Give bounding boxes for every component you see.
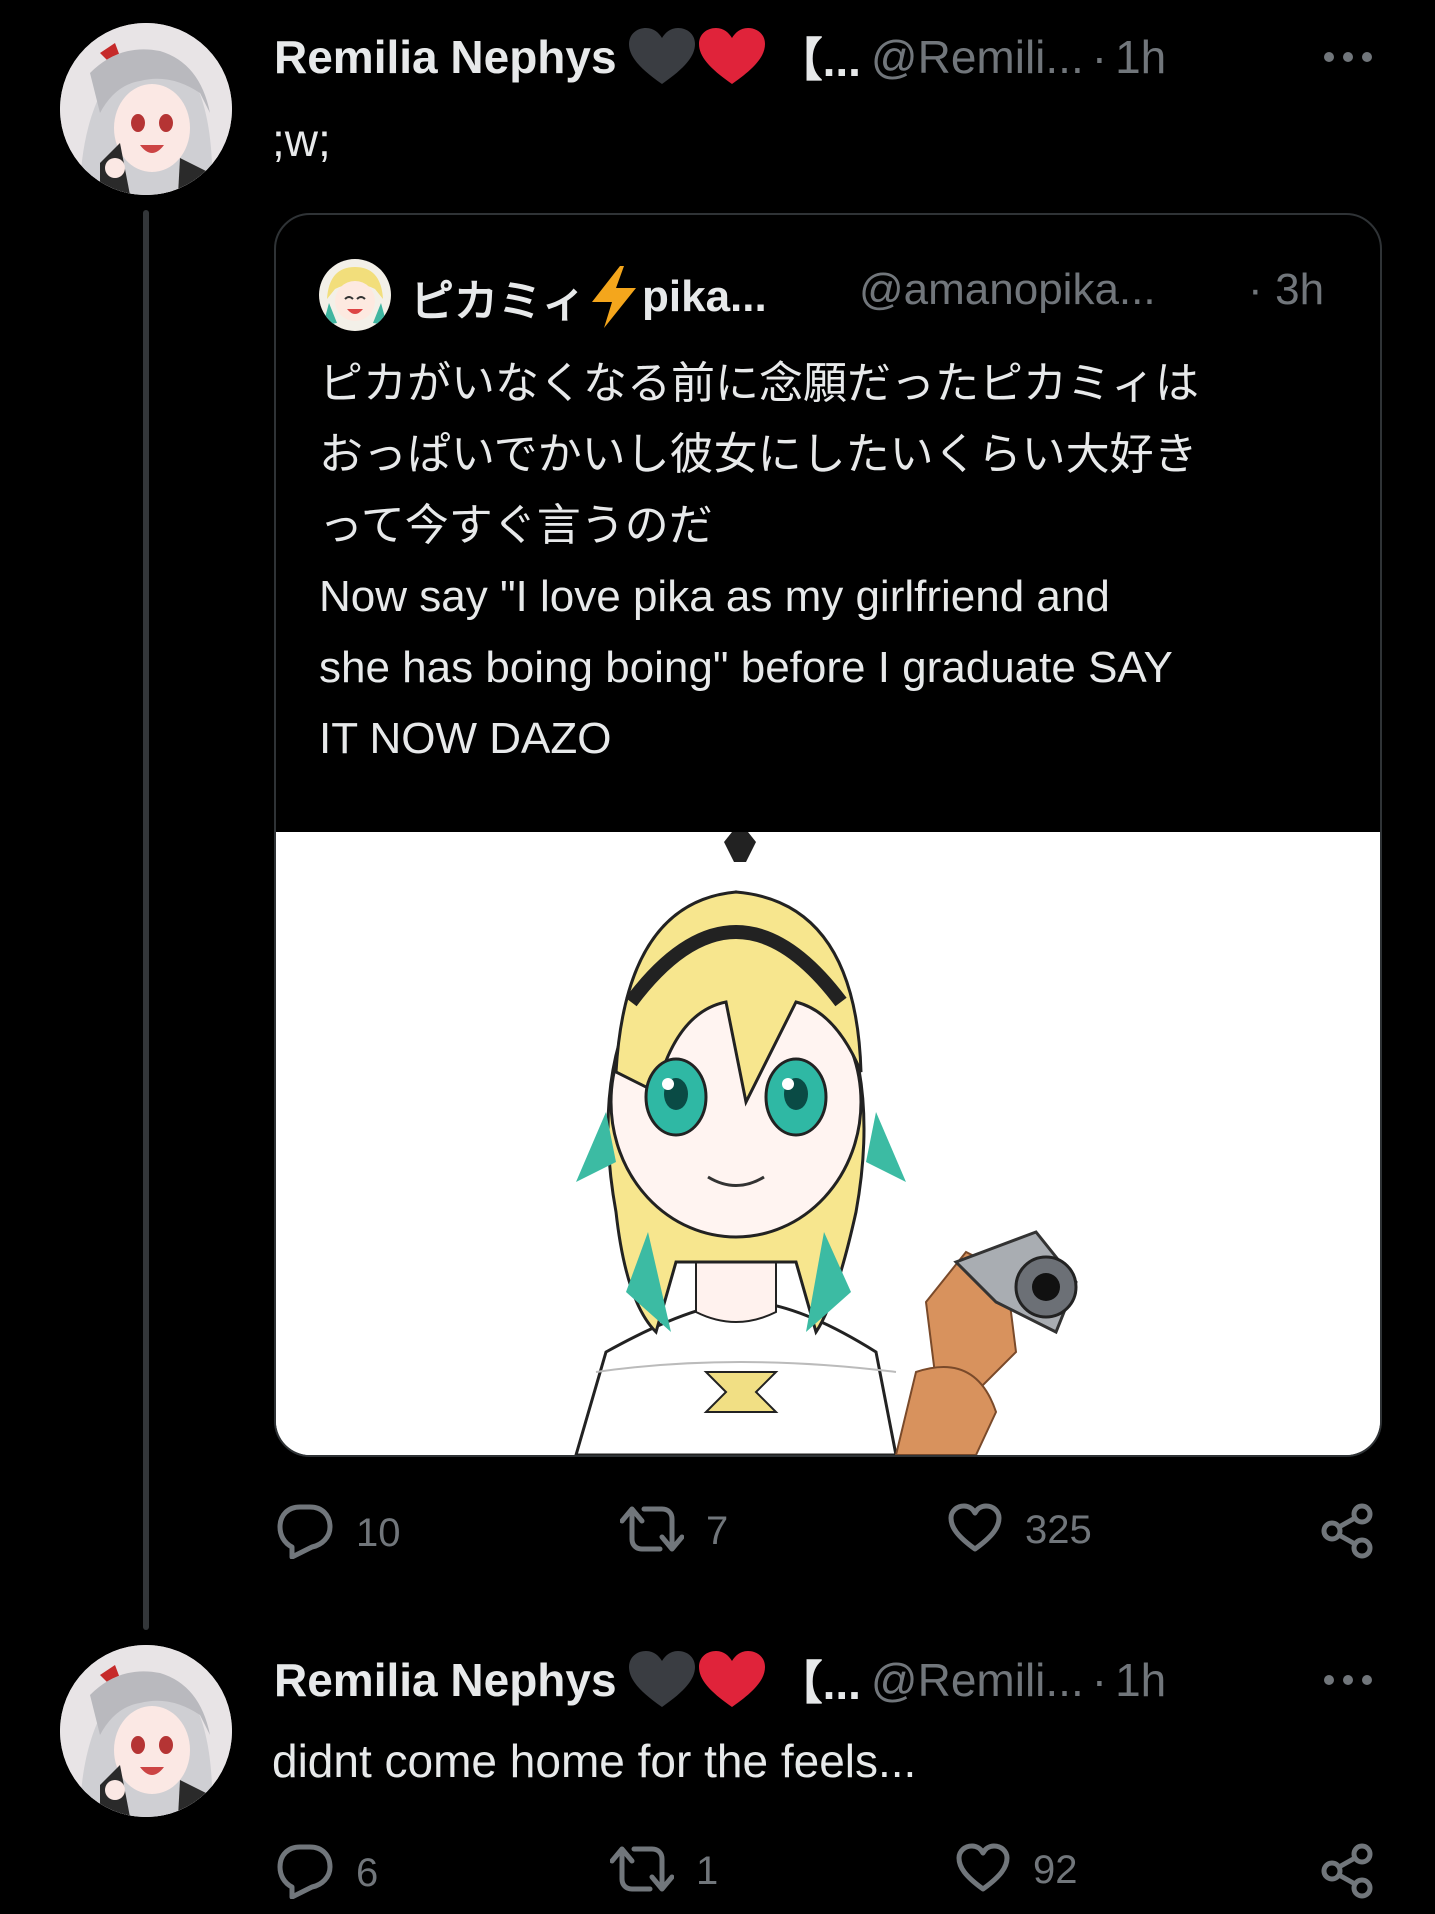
quoted-handle-wrap: @amanopika...: [859, 265, 1199, 315]
like-count: 325: [1025, 1508, 1092, 1552]
quoted-header: ピカミィ pika...: [410, 265, 767, 329]
separator-dot: ·: [1091, 1654, 1108, 1706]
quoted-tweet-text: ピカがいなくなる前に念願だったピカミィは おっぱいでかいし彼女にしたいくらい大好…: [319, 359, 1199, 763]
retweet-icon: [619, 1503, 685, 1560]
share-icon: [1320, 1843, 1376, 1903]
name-suffix: 【...: [776, 1657, 861, 1709]
tweet-text: didnt come home for the feels...: [272, 1735, 917, 1787]
quoted-author-avatar[interactable]: [319, 259, 391, 331]
quoted-timestamp[interactable]: 3h: [1275, 265, 1324, 314]
quoted-name-suffix: pika...: [642, 272, 767, 321]
name-suffix: 【...: [776, 34, 861, 86]
red-heart-icon: [698, 28, 765, 86]
quoted-time-wrap: · 3h: [1248, 265, 1324, 315]
author-avatar[interactable]: [60, 23, 232, 195]
reply-button[interactable]: 6: [276, 1843, 378, 1904]
quoted-media-image[interactable]: [276, 832, 1380, 1455]
black-heart-icon: [628, 28, 695, 86]
timestamp[interactable]: 1h: [1115, 1653, 1166, 1707]
like-count: 92: [1033, 1848, 1078, 1892]
share-button[interactable]: [1320, 1843, 1376, 1904]
quoted-author-name[interactable]: ピカミィ: [410, 265, 586, 329]
retweet-count: 1: [696, 1849, 719, 1893]
reply-button[interactable]: 10: [276, 1503, 401, 1564]
avatar-image: [60, 23, 232, 195]
thread-line: [143, 210, 149, 1630]
avatar-image: [60, 1645, 232, 1817]
quoted-handle[interactable]: @amanopika...: [859, 265, 1156, 314]
author-handle[interactable]: @Remili...: [871, 1653, 1084, 1707]
lightning-icon: [588, 266, 640, 328]
retweet-count: 7: [706, 1509, 729, 1553]
more-dots-icon[interactable]: [1318, 1650, 1378, 1710]
timestamp[interactable]: 1h: [1115, 30, 1166, 84]
separator-dot: ·: [1091, 31, 1108, 83]
retweet-button[interactable]: 1: [609, 1843, 719, 1900]
share-button[interactable]: [1320, 1503, 1376, 1564]
red-heart-icon: [698, 1651, 765, 1709]
more-dots-icon[interactable]: [1318, 27, 1378, 87]
quoted-tweet-card[interactable]: ピカミィ pika... @amanopika... · 3h ピカがいなくなる…: [274, 213, 1382, 1457]
heart-outline-icon: [947, 1503, 1003, 1558]
tweet1-header: Remilia Nephys 【... @Remili... · 1h: [274, 27, 1384, 87]
black-heart-icon: [628, 1651, 695, 1709]
anime-girl-with-gun-illustration: [276, 832, 1380, 1455]
author-name[interactable]: Remilia Nephys: [274, 30, 617, 84]
author-name[interactable]: Remilia Nephys: [274, 1653, 617, 1707]
tweet-text: ;w;: [272, 114, 331, 166]
heart-outline-icon: [955, 1843, 1011, 1898]
tweet2-header: Remilia Nephys 【... @Remili... · 1h: [274, 1650, 1384, 1710]
author-avatar[interactable]: [60, 1645, 232, 1817]
retweet-icon: [609, 1843, 675, 1900]
quoted-avatar-image: [319, 259, 391, 331]
author-handle[interactable]: @Remili...: [871, 30, 1084, 84]
share-icon: [1320, 1503, 1376, 1563]
reply-icon: [276, 1843, 334, 1904]
retweet-button[interactable]: 7: [619, 1503, 729, 1560]
quoted-separator: ·: [1248, 265, 1263, 314]
reply-count: 6: [356, 1851, 379, 1895]
reply-count: 10: [356, 1511, 401, 1555]
like-button[interactable]: 92: [955, 1843, 1078, 1898]
like-button[interactable]: 325: [947, 1503, 1092, 1558]
reply-icon: [276, 1503, 334, 1564]
